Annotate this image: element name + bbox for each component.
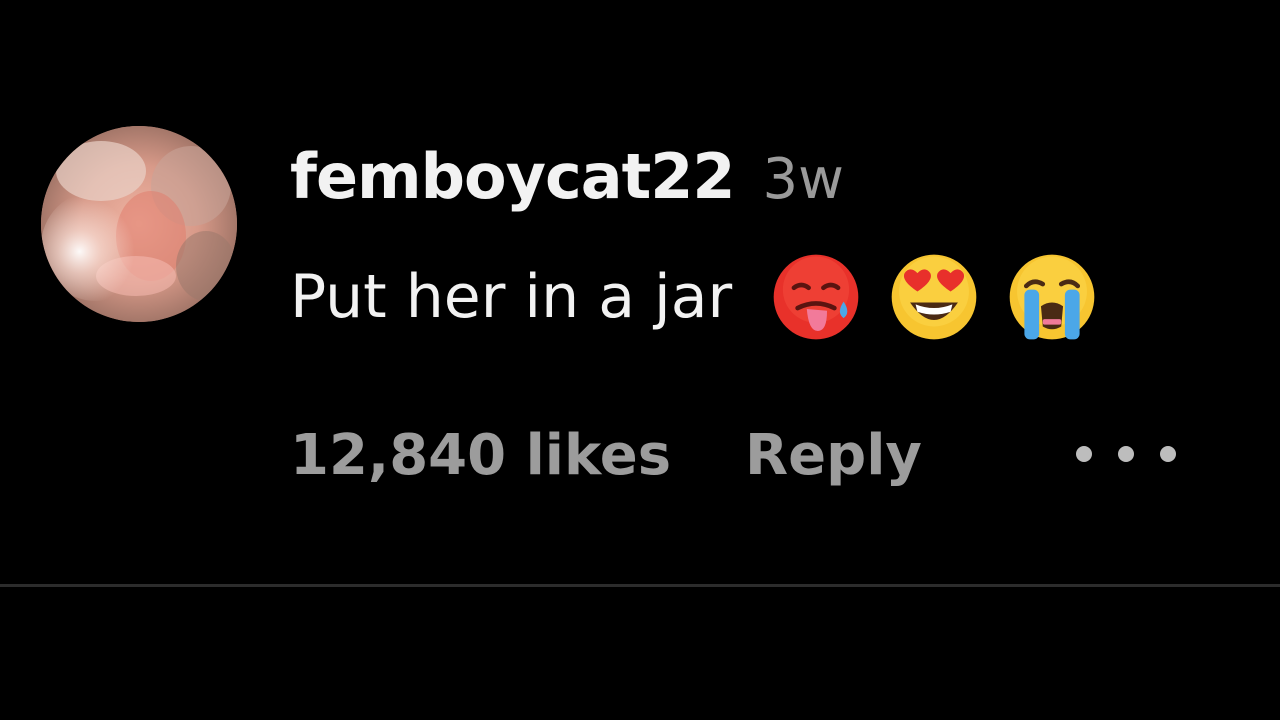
more-dot — [1160, 446, 1176, 462]
likes-count[interactable]: 12,840 likes — [290, 423, 671, 488]
comment-header: femboycat22 3w — [290, 140, 844, 230]
comment-actions: 12,840 likes Reply — [290, 410, 1190, 500]
hot-face-emoji-icon — [773, 254, 859, 340]
comment-body: Put her in a jar — [290, 262, 733, 332]
comment-timestamp: 3w — [762, 147, 844, 212]
comment-divider — [0, 584, 1280, 587]
more-dot — [1076, 446, 1092, 462]
comment-item: femboycat22 3w Put her in a jar 12,840 l… — [0, 0, 1280, 586]
username[interactable]: femboycat22 — [290, 140, 736, 213]
star-struck-emoji-icon — [891, 254, 977, 340]
reply-button[interactable]: Reply — [745, 423, 922, 488]
more-options-icon[interactable] — [1076, 436, 1176, 472]
cat-avatar-icon — [41, 126, 237, 322]
user-avatar[interactable] — [41, 126, 237, 322]
comment-text: Put her in a jar — [290, 252, 1098, 342]
loudly-crying-emoji-icon — [1009, 254, 1095, 340]
more-dot — [1118, 446, 1134, 462]
